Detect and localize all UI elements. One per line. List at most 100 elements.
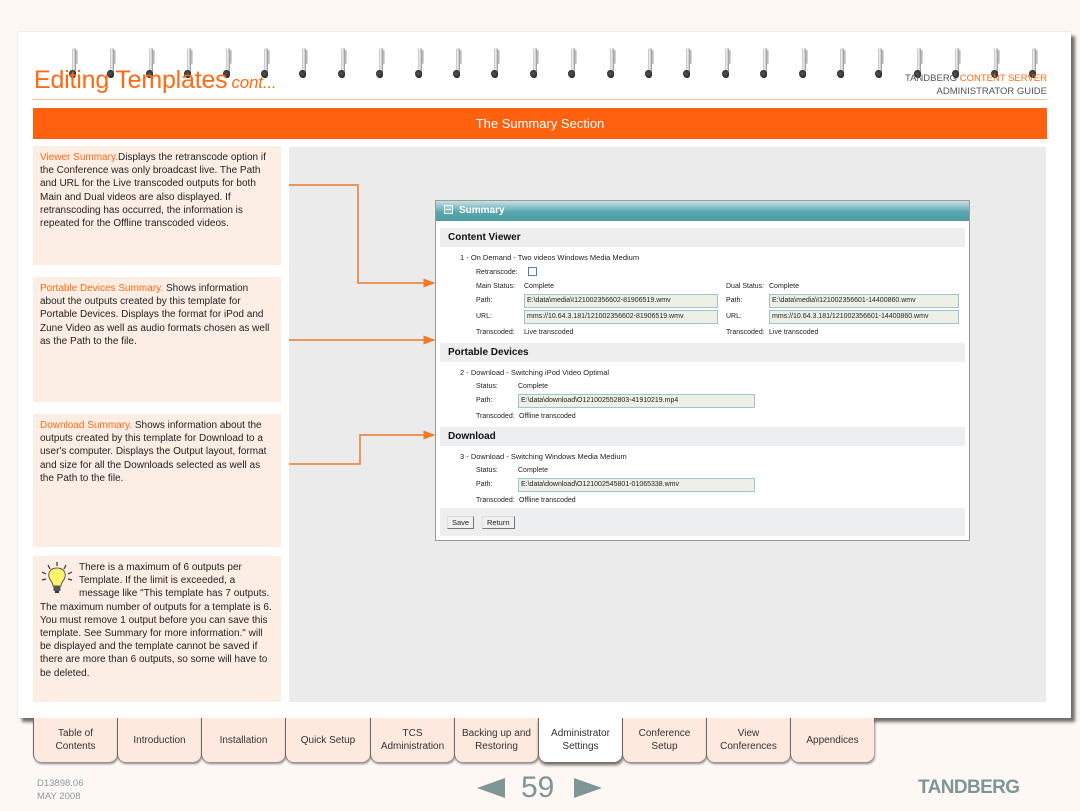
note-lead: Portable Devices Summary. <box>40 283 164 294</box>
spiral-ring-icon <box>759 46 771 80</box>
nav-tab-label: Appendices <box>806 734 859 746</box>
note-lead: Download Summary. <box>40 420 133 431</box>
dual-url-field[interactable]: mms://10.64.3.181/121002356601-14400860.… <box>769 310 959 324</box>
dual-path-label: Path: <box>726 297 743 304</box>
pd-path-field[interactable]: E:\data\download\O121002552803-41910219.… <box>518 394 755 408</box>
nav-tab-label: View Conferences <box>720 728 777 752</box>
button-bar: Save Return <box>440 508 965 536</box>
tandberg-logo: TANDBERG <box>918 777 1020 798</box>
dl-transcoded-row: Transcoded: Offline transcoded <box>436 494 969 508</box>
spiral-ring-icon <box>452 46 464 80</box>
brand-accent: CONTENT SERVER <box>959 73 1047 84</box>
page-title: Editing Templates cont... <box>34 66 277 95</box>
download-heading: Download <box>440 427 965 446</box>
note-portable-devices-summary: Portable Devices Summary. Shows informat… <box>33 277 281 402</box>
portable-devices-item: 2 - Download - Switching iPod Video Opti… <box>460 368 610 377</box>
note-body: Displays the retranscode option if the C… <box>40 152 266 230</box>
dl-transcoded-label: Transcoded: <box>476 497 515 504</box>
nav-tab-label: Conference Setup <box>638 728 691 752</box>
portable-devices-heading: Portable Devices <box>440 343 965 362</box>
note-viewer-summary: Viewer Summary.Displays the retranscode … <box>33 146 281 265</box>
document-number: D13898.06 <box>37 778 84 789</box>
spiral-ring-icon <box>567 46 579 80</box>
content-viewer-heading: Content Viewer <box>440 228 965 247</box>
nav-tab-quick-setup[interactable]: Quick Setup <box>285 718 370 762</box>
save-button[interactable]: Save <box>447 516 475 529</box>
dual-url-label: URL: <box>726 313 742 320</box>
download-item: 3 - Download - Switching Windows Media M… <box>460 452 627 461</box>
nav-tab-installation[interactable]: Installation <box>201 718 285 762</box>
note-lead: Viewer Summary. <box>40 152 118 163</box>
retranscode-checkbox[interactable] <box>528 267 537 276</box>
spiral-ring-icon <box>414 46 426 80</box>
nav-tab-label: Introduction <box>133 734 186 746</box>
dl-status-value: Complete <box>518 467 548 474</box>
brand-guide: ADMINISTRATOR GUIDE <box>936 86 1048 97</box>
pd-status-value: Complete <box>518 383 548 390</box>
spiral-ring-icon <box>490 46 502 80</box>
page-title-text: Editing Templates <box>34 66 228 94</box>
spiral-ring-icon <box>644 46 656 80</box>
nav-tab-tcs-administration[interactable]: TCS Administration <box>370 718 454 762</box>
dual-path-field[interactable]: E:\data\media\I121002356601-14400860.wmv <box>769 294 959 308</box>
nav-tab-label: Administrator Settings <box>551 728 610 752</box>
spiral-ring-icon <box>375 46 387 80</box>
pd-transcoded-row: Transcoded: Offline transcoded <box>436 410 969 424</box>
nav-tab-label: Backing up and Restoring <box>462 728 531 752</box>
brand-prefix: TANDBERG <box>904 73 958 84</box>
dl-transcoded-value: Offline transcoded <box>519 497 576 504</box>
path-row: Path: E:\data\media\I121002356602-819065… <box>436 294 969 310</box>
spiral-ring-icon <box>529 46 541 80</box>
return-button[interactable]: Return <box>482 516 515 529</box>
dl-path-row: Path: E:\data\download\O121002545801-010… <box>436 478 969 494</box>
lightbulb-icon <box>41 562 73 593</box>
pd-path-label: Path: <box>476 397 493 404</box>
summary-panel-title: Summary <box>459 205 505 216</box>
pd-transcoded-label: Transcoded: <box>476 413 515 420</box>
nav-tab-label: Installation <box>219 734 268 746</box>
nav-tab-administrator-settings[interactable]: Administrator Settings <box>538 718 622 762</box>
main-url-label: URL: <box>476 313 492 320</box>
nav-tab-table-of-contents[interactable]: Table of Contents <box>33 718 117 762</box>
nav-tab-introduction[interactable]: Introduction <box>117 718 201 762</box>
collapse-icon[interactable] <box>444 205 453 214</box>
retranscode-label: Retranscode: <box>476 269 518 276</box>
spiral-ring-icon <box>874 46 886 80</box>
dual-status-label: Dual Status: <box>726 283 765 290</box>
spiral-ring-icon <box>798 46 810 80</box>
summary-panel: Summary Content Viewer 1 - On Demand - T… <box>435 200 970 541</box>
note-download-summary: Download Summary. Shows information abou… <box>33 414 281 547</box>
nav-tab-backing-up-and-restoring[interactable]: Backing up and Restoring <box>454 718 538 762</box>
nav-tab-conference-setup[interactable]: Conference Setup <box>622 718 706 762</box>
next-page-icon[interactable] <box>574 778 602 798</box>
retranscode-row: Retranscode: <box>436 266 969 280</box>
page-number: 59 <box>521 771 555 804</box>
title-divider <box>32 99 1047 100</box>
main-transcoded-value: Live transcoded <box>524 329 574 336</box>
section-title-bar: The Summary Section <box>33 108 1047 139</box>
main-path-field[interactable]: E:\data\media\I121002356602-81906519.wmv <box>524 294 718 308</box>
dl-path-field[interactable]: E:\data\download\O121002545801-01065338.… <box>518 478 755 492</box>
pd-transcoded-value: Offline transcoded <box>519 413 576 420</box>
pd-status-row: Status: Complete <box>436 380 969 394</box>
transcoded-row: Transcoded: Live transcoded Transcoded: … <box>436 326 969 340</box>
previous-page-icon[interactable] <box>477 778 505 798</box>
nav-tab-view-conferences[interactable]: View Conferences <box>706 718 790 762</box>
spiral-ring-icon <box>337 46 349 80</box>
nav-tab-label: Quick Setup <box>300 734 356 746</box>
spiral-ring-icon <box>682 46 694 80</box>
status-row: Main Status: Complete Dual Status: Compl… <box>436 280 969 294</box>
nav-tab-appendices[interactable]: Appendices <box>790 718 874 762</box>
brand-header: TANDBERG CONTENT SERVER ADMINISTRATOR GU… <box>905 72 1047 98</box>
dual-transcoded-value: Live transcoded <box>769 329 819 336</box>
url-row: URL: mms://10.64.3.181/121002356602-8190… <box>436 310 969 326</box>
document-date: MAY 2008 <box>37 791 81 802</box>
main-status-value: Complete <box>524 283 554 290</box>
main-url-field[interactable]: mms://10.64.3.181/121002356602-81906519.… <box>524 310 718 324</box>
dl-status-row: Status: Complete <box>436 464 969 478</box>
dl-path-label: Path: <box>476 481 493 488</box>
main-path-label: Path: <box>476 297 493 304</box>
spiral-ring-icon <box>298 46 310 80</box>
spiral-ring-icon <box>606 46 618 80</box>
dual-status-value: Complete <box>769 283 799 290</box>
